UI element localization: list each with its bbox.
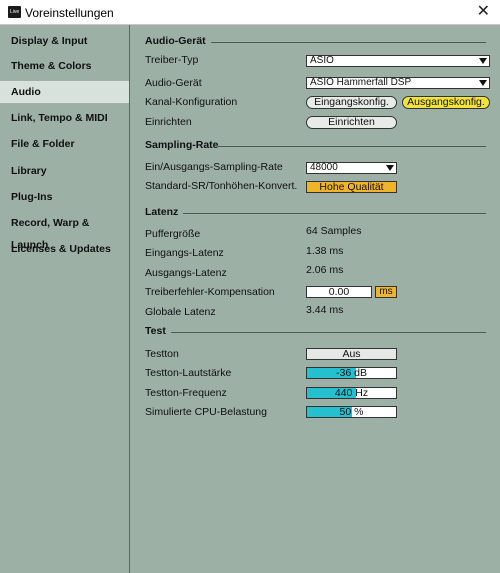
sidebar-item-record-warp-launch[interactable]: Record, Warp & Launch [0, 212, 129, 251]
output-latency-value: 2.06 ms [306, 264, 344, 276]
driver-error-compensation-field[interactable]: 0.00 [306, 286, 372, 298]
input-latency-value: 1.38 ms [306, 245, 344, 257]
sidebar-item-audio[interactable]: Audio [0, 81, 129, 103]
buffer-size-label: Puffergröße [145, 228, 201, 240]
test-tone-toggle[interactable]: Aus [306, 348, 397, 360]
section-divider [171, 332, 486, 333]
chevron-down-icon [479, 58, 487, 64]
setup-button[interactable]: Einrichten [306, 116, 397, 129]
sidebar-item-link-tempo-midi[interactable]: Link, Tempo & MIDI [0, 107, 129, 129]
simulated-cpu-load-slider[interactable]: 50 % [306, 406, 397, 418]
audio-preferences-panel: Audio-Gerät Treiber-Typ ASIO Audio-Gerät… [131, 25, 500, 573]
io-sample-rate-dropdown[interactable]: 48000 [306, 162, 397, 174]
sidebar-item-theme-colors[interactable]: Theme & Colors [0, 55, 129, 77]
output-config-button[interactable]: Ausgangskonfig. [402, 96, 490, 109]
audio-device-dropdown[interactable]: ASIO Hammerfall DSP [306, 77, 490, 89]
section-title-latency: Latenz [145, 206, 179, 218]
test-tone-volume-slider[interactable]: -36 dB [306, 367, 397, 379]
overall-latency-value: 3.44 ms [306, 304, 344, 316]
section-divider [211, 42, 486, 43]
title-bar: Live Voreinstellungen ✕ [0, 0, 500, 25]
chevron-down-icon [479, 80, 487, 86]
sidebar-item-licenses-updates[interactable]: Licenses & Updates [0, 238, 129, 260]
setup-label: Einrichten [145, 116, 192, 128]
section-title-test: Test [145, 325, 166, 337]
test-tone-volume-value: -36 dB [336, 367, 367, 379]
overall-latency-label: Globale Latenz [145, 306, 216, 318]
driver-type-dropdown[interactable]: ASIO [306, 55, 490, 67]
sidebar-item-library[interactable]: Library [0, 160, 129, 182]
section-title-audio-device: Audio-Gerät [145, 35, 206, 47]
audio-device-value: ASIO Hammerfall DSP [310, 77, 412, 88]
sidebar-item-plug-ins[interactable]: Plug-Ins [0, 186, 129, 208]
app-logo-icon: Live [8, 6, 21, 18]
sidebar-item-display-input[interactable]: Display & Input [0, 30, 129, 52]
sidebar: Display & Input Theme & Colors Audio Lin… [0, 25, 130, 573]
channel-config-label: Kanal-Konfiguration [145, 96, 238, 108]
section-title-sample-rate: Sampling-Rate [145, 139, 219, 151]
audio-device-label: Audio-Gerät [145, 77, 202, 89]
test-tone-label: Testton [145, 348, 179, 360]
io-sample-rate-value: 48000 [310, 162, 338, 173]
driver-compensation-unit[interactable]: ms [375, 286, 397, 298]
input-latency-label: Eingangs-Latenz [145, 247, 224, 259]
driver-type-label: Treiber-Typ [145, 54, 199, 66]
default-sr-conversion-label: Standard-SR/Tonhöhen-Konvert. [145, 180, 298, 192]
buffer-size-value[interactable]: 64 Samples [306, 225, 361, 237]
driver-error-compensation-label: Treiberfehler-Kompensation [145, 286, 275, 298]
chevron-down-icon [386, 165, 394, 171]
close-icon[interactable]: ✕ [477, 3, 490, 21]
test-tone-volume-label: Testton-Lautstärke [145, 367, 232, 379]
app-logo-text: Live [10, 9, 20, 15]
input-config-button[interactable]: Eingangskonfig. [306, 96, 397, 109]
simulated-cpu-load-value: 50 % [339, 406, 364, 418]
test-tone-frequency-slider[interactable]: 440 Hz [306, 387, 397, 399]
test-tone-frequency-label: Testton-Frequenz [145, 387, 227, 399]
section-divider [218, 146, 486, 147]
output-latency-label: Ausgangs-Latenz [145, 267, 227, 279]
driver-type-value: ASIO [310, 55, 334, 66]
window-title: Voreinstellungen [25, 6, 114, 20]
high-quality-toggle[interactable]: Hohe Qualität [306, 181, 397, 193]
io-sample-rate-label: Ein/Ausgangs-Sampling-Rate [145, 161, 283, 173]
simulated-cpu-load-label: Simulierte CPU-Belastung [145, 406, 267, 418]
sidebar-item-file-folder[interactable]: File & Folder [0, 133, 129, 155]
section-divider [183, 213, 486, 214]
test-tone-frequency-value: 440 Hz [334, 387, 369, 399]
